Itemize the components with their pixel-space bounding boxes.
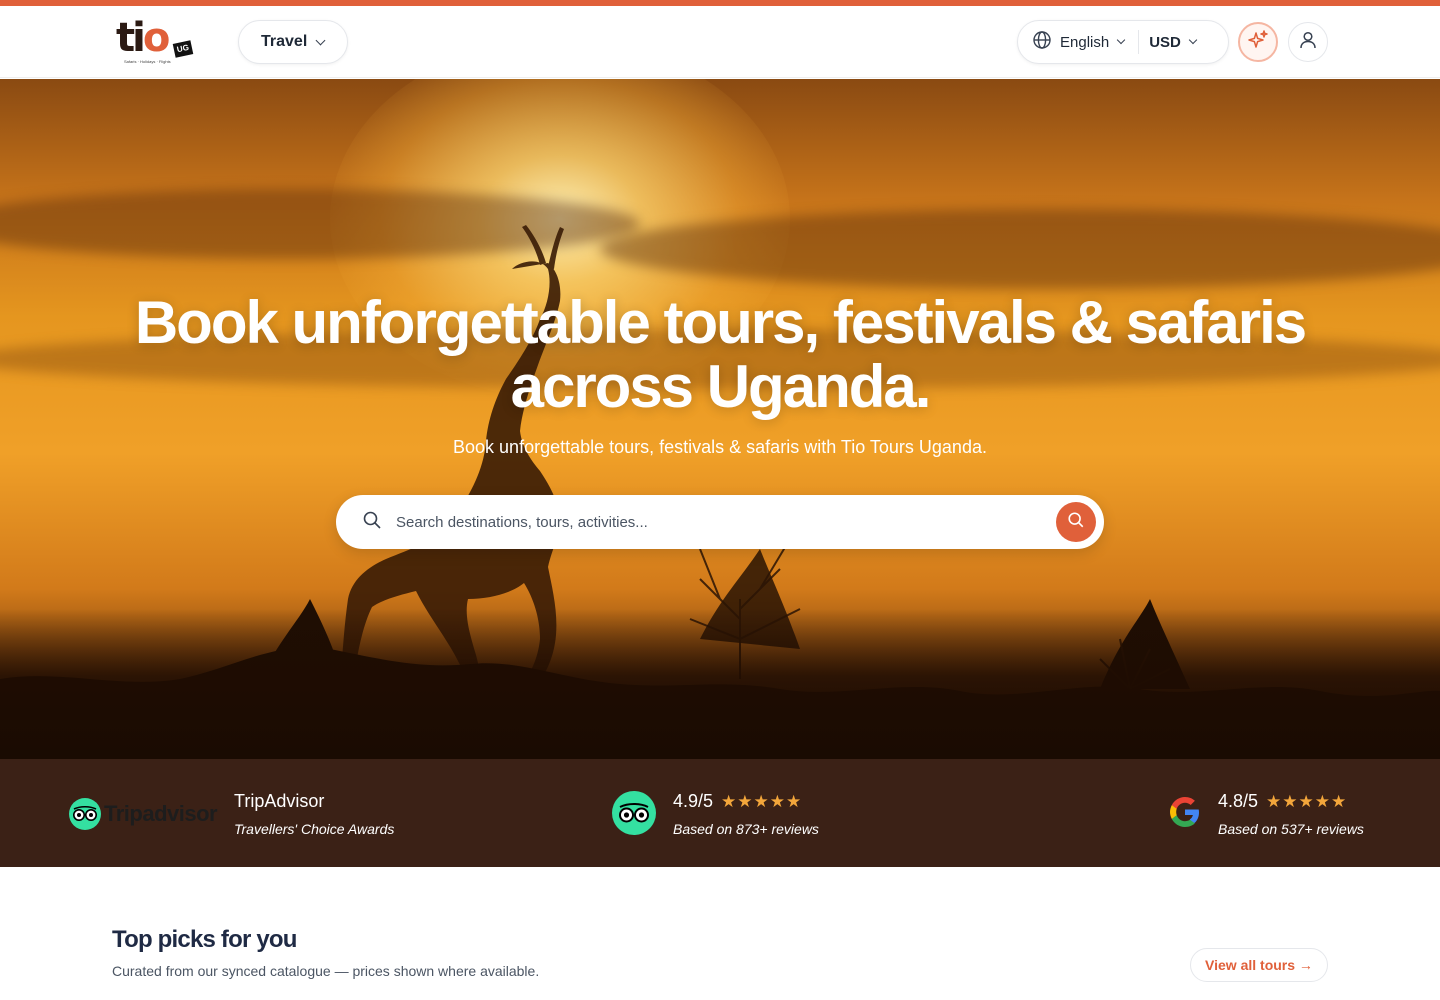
hero-subtitle: Book unforgettable tours, festivals & sa… — [453, 437, 987, 457]
view-all-tours-button[interactable]: View all tours → — [1190, 948, 1328, 982]
search-submit-button[interactable] — [1056, 502, 1096, 542]
rating-stars: ★★★★★ — [721, 792, 803, 811]
tripadvisor-rating: 4.9/5 ★★★★★ — [673, 791, 802, 812]
language-label[interactable]: English — [1060, 34, 1109, 51]
section-subtitle: Curated from our synced catalogue — pric… — [112, 963, 540, 979]
section-title: Top picks for you — [112, 926, 297, 953]
tripadvisor-owl-icon — [69, 798, 101, 830]
review-title: TripAdvisor — [234, 791, 325, 811]
site-header: tio UG Safaris · Holidays · Flights Trav… — [0, 6, 1440, 78]
search-input[interactable] — [396, 513, 1056, 531]
travel-dropdown[interactable]: Travel — [238, 20, 348, 64]
chevron-down-icon — [315, 35, 326, 45]
account-button[interactable] — [1288, 22, 1328, 62]
logo-tagline: Safaris · Holidays · Flights — [124, 59, 171, 64]
reviews-band: Tripadvisor TripAdvisor Travellers' Choi… — [0, 759, 1440, 867]
hero-ground-shadow — [0, 609, 1440, 759]
rating-stars: ★★★★★ — [1266, 792, 1348, 811]
review-count: Based on 537+ reviews — [1218, 821, 1364, 837]
search-icon — [1067, 511, 1085, 534]
hero-title: Book unforgettable tours, festivals & sa… — [134, 289, 1307, 420]
tripadvisor-owl-icon — [612, 791, 656, 840]
search-icon — [362, 510, 382, 535]
google-icon — [1168, 795, 1202, 834]
chevron-down-icon — [1188, 35, 1198, 45]
user-icon — [1298, 30, 1318, 55]
chevron-down-icon — [1116, 35, 1126, 45]
google-rating: 4.8/5 ★★★★★ — [1218, 791, 1347, 812]
tripadvisor-wordmark: Tripadvisor — [104, 801, 218, 826]
logo-badge: UG — [172, 40, 194, 58]
divider — [1138, 30, 1140, 54]
tripadvisor-logo: Tripadvisor — [68, 797, 218, 831]
review-count: Based on 873+ reviews — [673, 821, 819, 837]
travel-label: Travel — [261, 33, 308, 50]
currency-label[interactable]: USD — [1149, 34, 1181, 51]
ai-assistant-button[interactable] — [1238, 22, 1278, 62]
search-bar[interactable] — [336, 495, 1104, 549]
tio-logo[interactable]: tio UG Safaris · Holidays · Flights — [116, 15, 200, 68]
hero-banner: Book unforgettable tours, festivals & sa… — [0, 79, 1440, 759]
rating-value: 4.8/5 — [1218, 791, 1259, 811]
review-subtitle: Travellers' Choice Awards — [234, 821, 395, 837]
logo-wordmark: tio — [116, 15, 170, 61]
globe-icon — [1032, 30, 1052, 55]
rating-value: 4.9/5 — [673, 791, 714, 811]
sparkles-icon — [1247, 29, 1269, 56]
language-currency-selector[interactable]: English USD — [1017, 20, 1229, 64]
